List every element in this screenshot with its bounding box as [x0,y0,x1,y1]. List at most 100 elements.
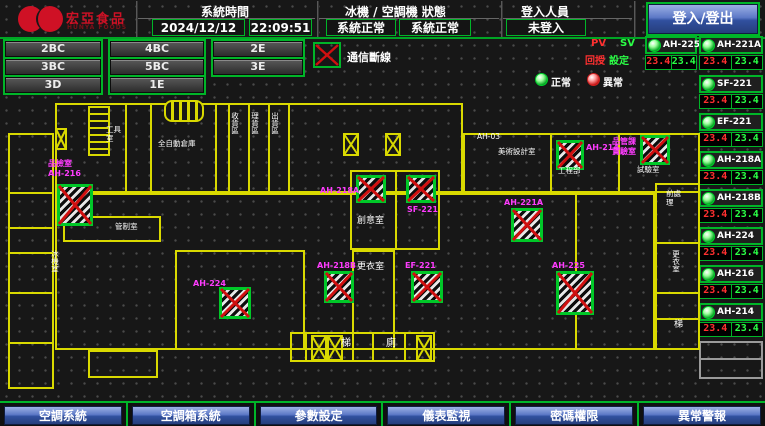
unit-led-icon [702,78,715,91]
sv-value: 23.4 [732,56,763,69]
ahu-marker-ah-225[interactable] [556,271,594,315]
sv-value: 23.4 [732,133,763,146]
ahu-marker-sf-221[interactable] [406,175,436,203]
unit-row-ah-218a[interactable]: AH-218A [699,151,763,169]
footer-cell: 密碼權限 [511,403,639,426]
pv-value: 23.4 [700,133,732,146]
room-label-zone3: 出貨區 [270,112,279,135]
normal-led-icon [535,73,548,86]
feedback-legend: 回授 [585,52,605,67]
chiller-status-value: 系統正常 [326,19,396,36]
floor-button-3e[interactable]: 3E [213,59,303,75]
unit-values-ah-218b: 23.4 23.4 [699,208,763,223]
plan-wall [395,170,397,250]
unit-row-sf-221[interactable]: SF-221 [699,75,763,93]
room-label-zone1: 收貨區 [230,112,239,135]
unit-led-icon [702,306,715,319]
ahu-marker-ah-216[interactable] [57,184,93,226]
unit-led-icon [702,268,715,281]
stair-x-icon [343,133,359,156]
footer-cell: 空調箱系統 [128,403,256,426]
ahu-marker-ah-218a[interactable] [356,175,386,203]
plan-wall [150,103,152,193]
floor-button-5bc[interactable]: 5BC [110,59,204,75]
ahu-marker-ah-218b[interactable] [324,271,354,303]
unit-values-ah-225: 23.4 23.4 [645,55,697,70]
marker-label: AH-225 [552,261,585,270]
plan-wall [372,332,374,362]
pv-value: 23.4 [700,247,732,260]
comm-fail-legend-label: 通信斷線 [347,49,391,65]
sv-value: 23.4 [732,323,763,336]
unit-name: AH-218B [717,193,761,203]
pv-legend: PV [591,38,606,49]
plan-wall [125,103,127,193]
login-logout-button[interactable]: 登入/登出 [648,4,758,34]
unit-row-ah-224[interactable]: AH-224 [699,227,763,245]
unit-values-ah-218a: 23.4 23.4 [699,170,763,185]
room-label-locker2: 更衣室 [671,250,680,273]
unit-row-ah-225[interactable]: AH-225 [645,36,697,54]
floor-button-3bc[interactable]: 3BC [5,59,101,75]
ahu-system-button[interactable]: 空調箱系統 [132,406,250,425]
system-time-value: 22:09:51 [249,19,312,36]
header-divider [136,1,138,37]
unit-name: AH-218A [717,155,761,165]
plan-wall [8,227,54,229]
unit-name: AH-224 [717,231,754,241]
plan-wall [305,332,307,362]
logo-mark2-icon [36,6,63,32]
footer-bar: 空調系統 空調箱系統 參數設定 儀表監視 密碼權限 異常警報 [0,401,765,426]
plan-wall [550,133,552,193]
hvac-system-button[interactable]: 空調系統 [4,406,122,425]
marker-label: SF-221 [407,205,438,214]
unit-led-icon [648,39,661,52]
ahu-marker-lab[interactable] [640,135,670,165]
unit-name: SF-221 [717,79,752,89]
marker-label: AH-221A [504,198,543,207]
sv-value: 23.4 [732,171,763,184]
header-divider [317,1,319,37]
comm-fail-legend-icon [313,42,341,68]
login-status-value: 未登入 [506,19,586,36]
unit-values-ah-214: 23.4 23.4 [699,322,763,337]
unit-name: AH-225 [663,40,700,50]
sv-value: 23.4 [732,247,763,260]
marker-label: AH-218A [320,186,359,195]
parameter-settings-button[interactable]: 參數設定 [260,406,378,425]
sv-value: 23.4 [672,56,697,69]
unit-name: AH-216 [717,269,754,279]
abnormal-legend-label: 異常 [603,74,623,89]
pv-value: 23.4 [700,209,732,222]
ahu-marker-ef-221[interactable] [411,271,443,303]
password-auth-button[interactable]: 密碼權限 [515,406,633,425]
pv-value: 23.4 [700,171,732,184]
plan-bottom-left-room [88,350,158,378]
floor-button-1e[interactable]: 1E [110,77,204,93]
unit-row-ah-221a[interactable]: AH-221A [699,36,763,54]
floor-button-4bc[interactable]: 4BC [110,41,204,57]
room-label-stair-right: 梯 [674,321,683,330]
unit-row-ah-216[interactable]: AH-216 [699,265,763,283]
footer-cell: 異常警報 [639,403,765,426]
alarm-button[interactable]: 異常警報 [643,406,761,425]
meter-monitor-button[interactable]: 儀表監視 [387,406,505,425]
pv-value: 23.4 [700,56,732,69]
floor-button-3d[interactable]: 3D [5,77,101,93]
floor-button-2bc[interactable]: 2BC [5,41,101,57]
ahu-marker-ah-221a[interactable] [511,208,543,242]
room-label-engineering: 工程部 [558,167,581,176]
ahu-marker-ah-224[interactable] [219,287,251,319]
sv-value: 23.4 [732,95,763,108]
stair-x-icon [55,128,67,150]
machine-status-label: 冰機 / 空調機 狀態 [345,3,446,20]
unit-row-ah-214[interactable]: AH-214 [699,303,763,321]
unit-row-ah-218b[interactable]: AH-218B [699,189,763,207]
unit-row-ef-221[interactable]: EF-221 [699,113,763,131]
spare-slot-box [699,341,763,379]
header-divider [501,1,503,37]
marker-room-label: 品管課 [612,137,636,146]
pv-value: 23.4 [700,285,732,298]
unit-values-ah-216: 23.4 23.4 [699,284,763,299]
floor-button-2e[interactable]: 2E [213,41,303,57]
